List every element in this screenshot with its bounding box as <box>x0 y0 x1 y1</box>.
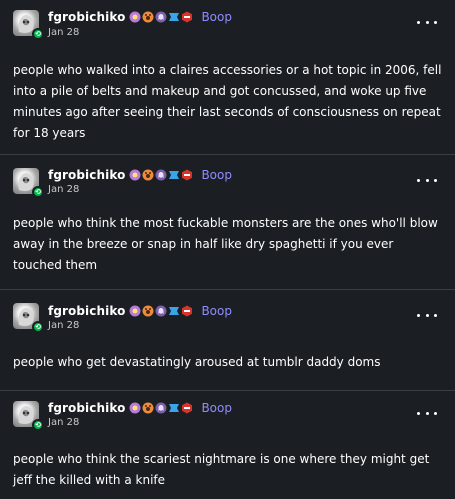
post-body: people who think the scariest nightmare … <box>13 452 430 487</box>
paw-badge-icon[interactable] <box>142 305 154 317</box>
red-hexagon-badge-icon[interactable] <box>181 11 193 23</box>
reblog-icon: ⟲ <box>32 419 44 431</box>
ghost-badge-icon[interactable] <box>155 402 167 414</box>
username[interactable]: fgrobichiko <box>48 401 125 415</box>
more-options-icon[interactable] <box>417 17 437 27</box>
more-options-icon[interactable] <box>417 310 437 320</box>
paw-badge-icon[interactable] <box>142 402 154 414</box>
reblog-icon: ⟲ <box>32 321 44 333</box>
ghost-badge-icon[interactable] <box>155 11 167 23</box>
post-header: fgrobichiko Boop <box>48 8 232 26</box>
blue-ribbon-badge-icon[interactable] <box>168 11 180 23</box>
badge-row <box>129 11 194 23</box>
username[interactable]: fgrobichiko <box>48 10 125 24</box>
post: ⟲ fgrobichiko Boop Jan 28 people who get… <box>0 290 455 391</box>
blue-ribbon-badge-icon[interactable] <box>168 305 180 317</box>
boop-button[interactable]: Boop <box>201 168 232 182</box>
avatar[interactable]: ⟲ <box>13 168 44 198</box>
red-hexagon-badge-icon[interactable] <box>181 305 193 317</box>
post-body: people who walked into a claires accesso… <box>13 63 442 140</box>
post-date[interactable]: Jan 28 <box>48 184 79 195</box>
purple-flower-badge-icon[interactable] <box>129 305 141 317</box>
post-date[interactable]: Jan 28 <box>48 320 79 331</box>
post: ⟲ fgrobichiko Boop Jan 28 people who thi… <box>0 391 455 499</box>
ghost-badge-icon[interactable] <box>155 305 167 317</box>
more-options-icon[interactable] <box>417 408 437 418</box>
blue-ribbon-badge-icon[interactable] <box>168 402 180 414</box>
reblog-icon: ⟲ <box>32 28 44 40</box>
paw-badge-icon[interactable] <box>142 169 154 181</box>
post-feed: ⟲ fgrobichiko Boop Jan 28 people who wal… <box>0 0 455 499</box>
post: ⟲ fgrobichiko Boop Jan 28 people who wal… <box>0 0 455 155</box>
boop-button[interactable]: Boop <box>201 401 232 415</box>
post-header: fgrobichiko Boop <box>48 302 232 320</box>
post-date[interactable]: Jan 28 <box>48 417 79 428</box>
blue-ribbon-badge-icon[interactable] <box>168 169 180 181</box>
badge-row <box>129 169 194 181</box>
post-header: fgrobichiko Boop <box>48 399 232 417</box>
purple-flower-badge-icon[interactable] <box>129 402 141 414</box>
purple-flower-badge-icon[interactable] <box>129 11 141 23</box>
red-hexagon-badge-icon[interactable] <box>181 169 193 181</box>
avatar[interactable]: ⟲ <box>13 10 44 40</box>
red-hexagon-badge-icon[interactable] <box>181 402 193 414</box>
boop-button[interactable]: Boop <box>201 304 232 318</box>
badge-row <box>129 305 194 317</box>
reblog-icon: ⟲ <box>32 186 44 198</box>
boop-button[interactable]: Boop <box>201 10 232 24</box>
more-options-icon[interactable] <box>417 175 437 185</box>
paw-badge-icon[interactable] <box>142 11 154 23</box>
avatar[interactable]: ⟲ <box>13 303 44 333</box>
ghost-badge-icon[interactable] <box>155 169 167 181</box>
post-body: people who get devastatingly aroused at … <box>13 355 381 369</box>
username[interactable]: fgrobichiko <box>48 304 125 318</box>
username[interactable]: fgrobichiko <box>48 168 125 182</box>
purple-flower-badge-icon[interactable] <box>129 169 141 181</box>
badge-row <box>129 402 194 414</box>
avatar[interactable]: ⟲ <box>13 401 44 431</box>
post-date[interactable]: Jan 28 <box>48 27 79 38</box>
post-body: people who think the most fuckable monst… <box>13 216 438 272</box>
post: ⟲ fgrobichiko Boop Jan 28 people who thi… <box>0 155 455 290</box>
post-header: fgrobichiko Boop <box>48 166 232 184</box>
